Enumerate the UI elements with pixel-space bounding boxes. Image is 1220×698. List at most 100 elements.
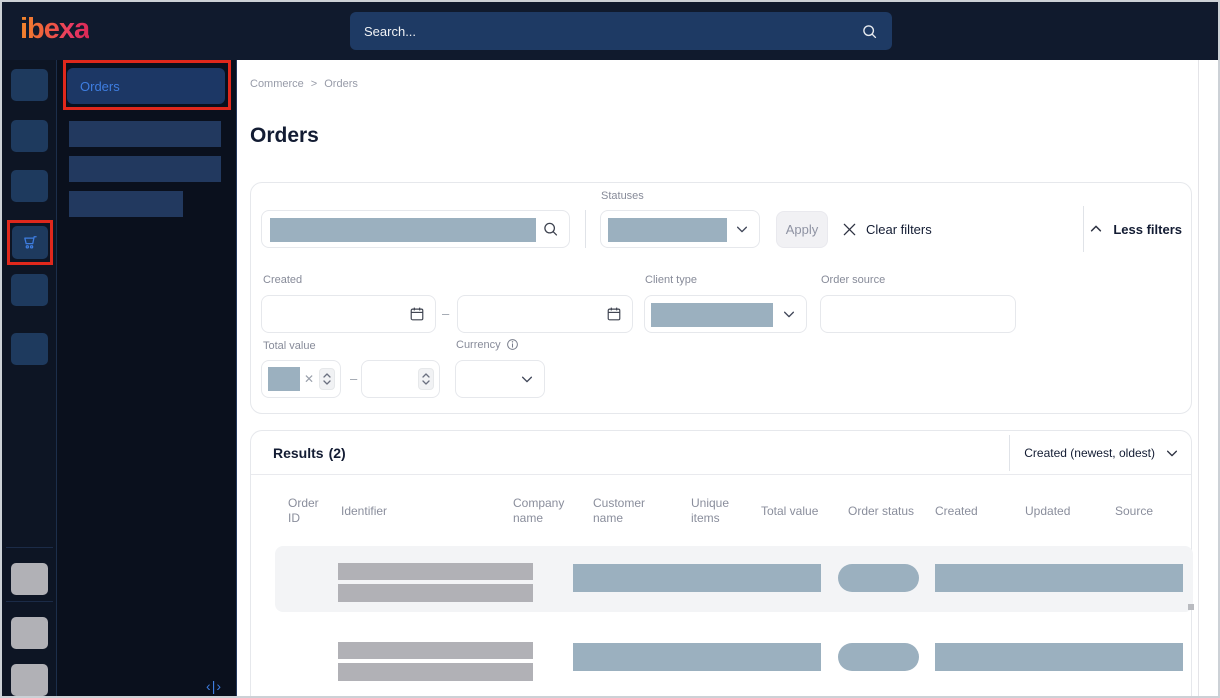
- nav-item-1[interactable]: [11, 69, 48, 101]
- created-from-input[interactable]: [261, 295, 436, 333]
- number-stepper[interactable]: [418, 368, 434, 390]
- number-stepper[interactable]: [319, 368, 335, 390]
- column-header-source: Source: [1115, 503, 1154, 518]
- clear-value-icon[interactable]: ✕: [304, 372, 314, 386]
- menu-item-orders-label: Orders: [80, 78, 120, 94]
- redacted-identifier-line: [338, 584, 533, 602]
- chevron-down-icon: [520, 372, 534, 386]
- calendar-icon[interactable]: [606, 306, 622, 322]
- created-to-input[interactable]: [457, 295, 633, 333]
- app-window: ibexa Search... Orders ‹|› Commerce > Or…: [0, 0, 1220, 698]
- redacted-status-badge: [838, 643, 919, 671]
- global-search[interactable]: [350, 12, 892, 50]
- column-header-order-status: Order status: [848, 503, 915, 518]
- nav-item-6[interactable]: [11, 333, 48, 365]
- nav-item-2[interactable]: [11, 120, 48, 152]
- column-header-created: Created: [935, 503, 978, 518]
- filter-search-input[interactable]: [261, 210, 570, 248]
- filters-panel: Statuses Apply Clear filters Less filter…: [250, 182, 1192, 414]
- order-source-input[interactable]: [820, 295, 1016, 333]
- clear-filters-label: Clear filters: [866, 221, 932, 237]
- total-value-max-input[interactable]: [361, 360, 440, 398]
- nav-item-bottom-1[interactable]: [11, 563, 48, 595]
- search-icon[interactable]: [542, 221, 559, 238]
- redacted-search-value: [270, 218, 536, 242]
- redacted-identifier-line: [338, 563, 533, 580]
- less-filters-button[interactable]: Less filters: [1089, 210, 1182, 248]
- nav-item-5[interactable]: [11, 274, 48, 306]
- table-row[interactable]: [275, 625, 1193, 696]
- global-search-input[interactable]: [364, 23, 861, 39]
- total-value-min-input[interactable]: ✕: [261, 360, 341, 398]
- redacted-dates-cell: [935, 564, 1183, 592]
- filter-divider: [1083, 206, 1084, 252]
- column-header-order-id: Order ID: [288, 496, 319, 525]
- breadcrumb-commerce[interactable]: Commerce: [250, 78, 304, 90]
- redacted-identifier-line: [338, 642, 533, 659]
- filter-divider: [585, 210, 586, 248]
- scrollbar-track[interactable]: [1198, 60, 1218, 696]
- breadcrumb-orders: Orders: [324, 78, 358, 90]
- created-label: Created: [263, 274, 303, 286]
- nav-item-bottom-3[interactable]: [11, 664, 48, 696]
- menu-item-redacted-2[interactable]: [69, 156, 221, 182]
- chevron-up-icon: [1089, 222, 1103, 236]
- redacted-client-type-value: [651, 303, 773, 327]
- commerce-highlight-annotation: [7, 220, 53, 265]
- results-title-text: Results: [273, 445, 324, 461]
- redacted-identifier-line: [338, 663, 533, 681]
- currency-label-group: Currency: [456, 338, 519, 351]
- menu-item-redacted-1[interactable]: [69, 121, 221, 147]
- redacted-customer-cell: [573, 564, 821, 592]
- page-title: Orders: [250, 124, 319, 147]
- info-icon[interactable]: [506, 338, 519, 351]
- results-count: (2): [328, 445, 346, 461]
- sort-label: Created (newest, oldest): [1024, 446, 1155, 460]
- statuses-select[interactable]: [600, 210, 760, 248]
- total-value-label: Total value: [263, 340, 316, 352]
- clear-filters-button[interactable]: Clear filters: [842, 210, 932, 248]
- client-type-select[interactable]: [644, 295, 807, 333]
- chevron-down-icon: [735, 222, 749, 236]
- results-header: Results (2) Created (newest, oldest): [251, 431, 1191, 475]
- client-type-label: Client type: [645, 274, 697, 286]
- column-header-company-name: Company name: [513, 496, 565, 525]
- sort-dropdown[interactable]: Created (newest, oldest): [1024, 431, 1179, 475]
- panel-collapse-icon[interactable]: ‹|›: [206, 678, 222, 694]
- results-panel: Results (2) Created (newest, oldest) Ord…: [250, 430, 1194, 696]
- top-bar: ibexa: [2, 2, 1218, 60]
- chevron-down-icon: [782, 307, 796, 321]
- less-filters-label: Less filters: [1113, 221, 1182, 237]
- redacted-customer-cell: [573, 643, 821, 671]
- currency-select[interactable]: [455, 360, 545, 398]
- header-divider: [1009, 435, 1010, 471]
- nav-item-3[interactable]: [11, 170, 48, 202]
- ibexa-logo: ibexa: [20, 13, 90, 45]
- date-range-dash: –: [442, 306, 450, 321]
- order-source-label: Order source: [821, 274, 886, 286]
- nav-item-commerce[interactable]: [12, 226, 48, 259]
- breadcrumb-separator: >: [310, 78, 318, 90]
- chevron-down-icon: [1165, 446, 1179, 460]
- menu-item-redacted-3[interactable]: [69, 191, 183, 217]
- close-icon: [842, 222, 857, 237]
- rail-divider: [6, 601, 53, 602]
- scroll-handle-dot: [1188, 604, 1194, 610]
- main-nav-rail: [2, 60, 57, 696]
- table-row[interactable]: [275, 546, 1193, 612]
- redacted-dates-cell: [935, 643, 1183, 671]
- rail-divider: [6, 547, 53, 548]
- results-title: Results (2): [273, 431, 346, 475]
- search-icon[interactable]: [861, 23, 878, 40]
- redacted-statuses-value: [608, 218, 727, 242]
- redacted-total-value: [268, 367, 300, 391]
- cart-icon: [20, 233, 40, 253]
- nav-item-bottom-2[interactable]: [11, 617, 48, 649]
- calendar-icon[interactable]: [409, 306, 425, 322]
- menu-item-orders[interactable]: Orders: [67, 68, 225, 104]
- apply-button[interactable]: Apply: [776, 211, 828, 248]
- column-header-total-value: Total value: [761, 503, 819, 518]
- column-header-customer-name: Customer name: [593, 496, 646, 525]
- breadcrumb: Commerce > Orders: [250, 78, 358, 90]
- column-header-updated: Updated: [1025, 503, 1071, 518]
